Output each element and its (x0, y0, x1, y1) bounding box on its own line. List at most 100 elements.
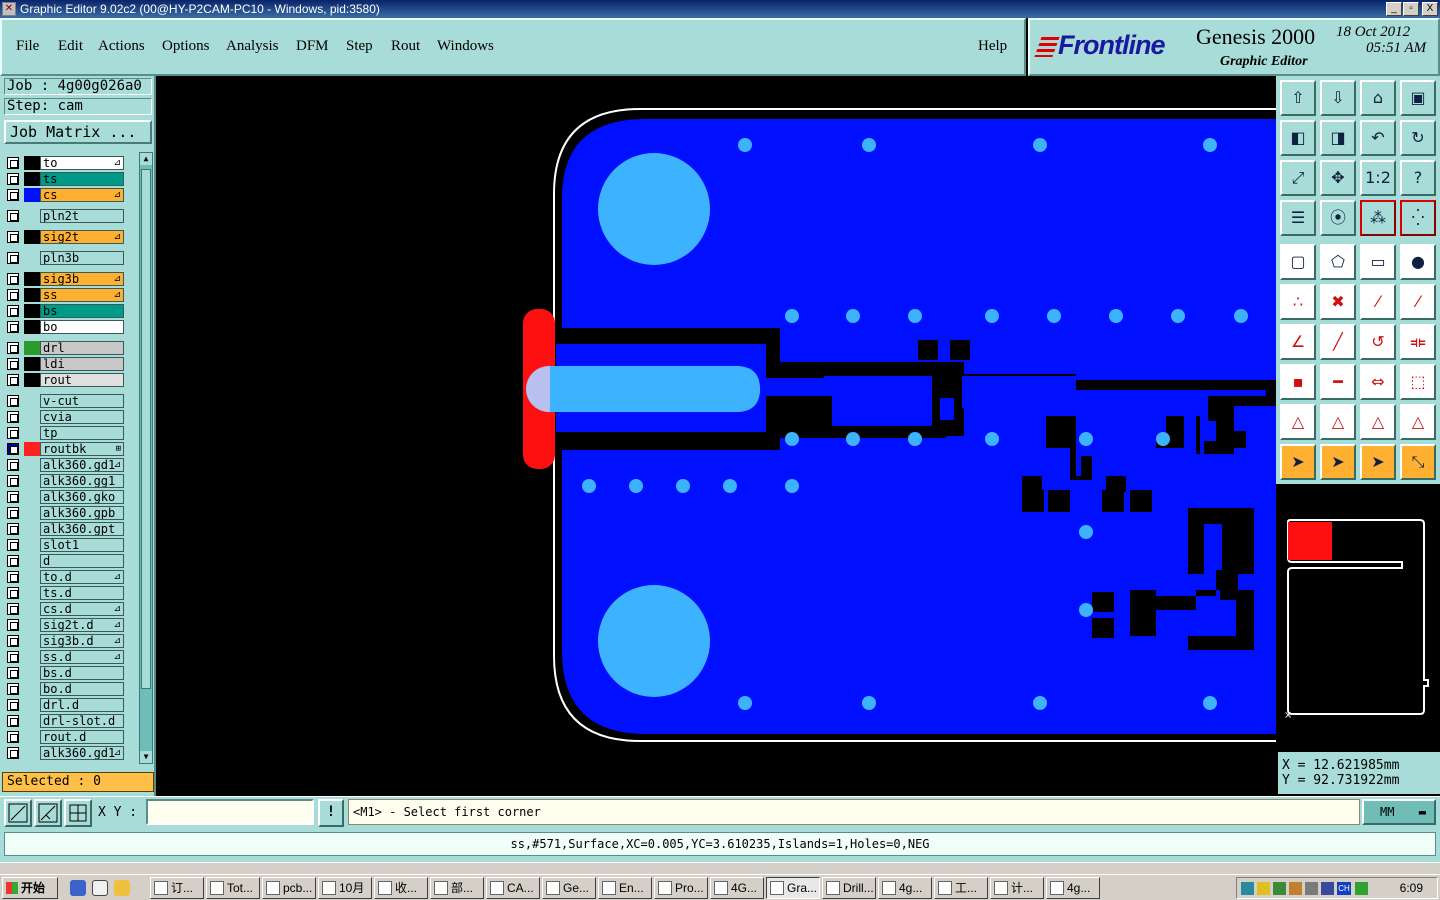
layer-row[interactable]: pln2t (4, 209, 138, 223)
menu-options[interactable]: Options (162, 38, 210, 55)
layer-name[interactable]: ts.d (40, 586, 124, 600)
layer-name[interactable]: bs (40, 304, 124, 318)
taskbar-item[interactable]: 订... (150, 877, 204, 899)
layer-checkbox[interactable] (7, 252, 19, 264)
layer-row[interactable]: bs (4, 304, 138, 318)
grid-button[interactable] (64, 799, 92, 827)
layer-checkbox[interactable] (7, 173, 19, 185)
menu-help[interactable]: Help (978, 38, 1007, 55)
scale-button[interactable]: 1:2 (1360, 160, 1396, 196)
layer-row[interactable]: bs.d (4, 666, 138, 680)
layer-color-swatch[interactable] (24, 538, 40, 552)
layer-color-swatch[interactable] (24, 746, 40, 760)
layer-color-swatch[interactable] (24, 272, 40, 286)
layer-row[interactable]: alk360.gpb (4, 506, 138, 520)
layer-checkbox[interactable] (7, 571, 19, 583)
layer-row[interactable]: v-cut (4, 394, 138, 408)
line-button[interactable]: ╱ (1320, 324, 1356, 360)
minus-button[interactable]: ━ (1320, 364, 1356, 400)
layer-color-swatch[interactable] (24, 458, 40, 472)
layer-row[interactable]: cs ⊿ (4, 188, 138, 202)
taskbar-item[interactable]: 4g... (1046, 877, 1100, 899)
layer-row[interactable]: alk360.gko (4, 490, 138, 504)
layer-row[interactable]: cs.d ⊿ (4, 602, 138, 616)
layer-checkbox[interactable] (7, 342, 19, 354)
layer-name[interactable]: rout (40, 373, 124, 387)
taskbar-item[interactable]: 部... (430, 877, 484, 899)
layer-checkbox[interactable] (7, 411, 19, 423)
layer-row[interactable]: alk360.gpt (4, 522, 138, 536)
layer-color-swatch[interactable] (24, 506, 40, 520)
graphic-canvas[interactable] (156, 76, 1276, 796)
open-job-button[interactable]: ⇧ (1280, 80, 1316, 116)
layer-color-swatch[interactable] (24, 373, 40, 387)
layer-name[interactable]: ts (40, 172, 124, 186)
layer-row[interactable]: drl-slot.d (4, 714, 138, 728)
home-button[interactable]: ⌂ (1360, 80, 1396, 116)
layer-checkbox[interactable] (7, 395, 19, 407)
desktop-icon[interactable] (92, 880, 108, 896)
layer-checkbox[interactable] (7, 539, 19, 551)
layer-color-swatch[interactable] (24, 426, 40, 440)
drill-button[interactable]: ⁛ (1400, 200, 1436, 236)
layer-color-swatch[interactable] (24, 522, 40, 536)
layer-checkbox[interactable] (7, 603, 19, 615)
layer-color-swatch[interactable] (24, 730, 40, 744)
layer-color-swatch[interactable] (24, 251, 40, 265)
layer-color-swatch[interactable] (24, 602, 40, 616)
layer-checkbox[interactable] (7, 699, 19, 711)
layer-checkbox[interactable] (7, 491, 19, 503)
layer-name[interactable]: to ⊿ (40, 156, 124, 170)
window-button[interactable]: ▣ (1400, 80, 1436, 116)
layer-color-swatch[interactable] (24, 230, 40, 244)
node-button[interactable]: ∴ (1280, 284, 1316, 320)
layer-checkbox[interactable] (7, 683, 19, 695)
route-button[interactable]: ⁂ (1360, 200, 1396, 236)
layer-color-swatch[interactable] (24, 554, 40, 568)
line-point-button[interactable]: ⁄ (1360, 284, 1396, 320)
layer-row[interactable]: bo.d (4, 682, 138, 696)
layer-checkbox[interactable] (7, 189, 19, 201)
menu-rout[interactable]: Rout (391, 38, 420, 55)
layer-name[interactable]: sig3b ⊿ (40, 272, 124, 286)
ie-icon[interactable] (70, 880, 86, 896)
group-button[interactable]: ⬚ (1400, 364, 1436, 400)
layer-name[interactable]: cvia (40, 410, 124, 424)
layer-row[interactable]: to ⊿ (4, 156, 138, 170)
layer-name[interactable]: alk360.gko (40, 490, 124, 504)
antivirus-icon[interactable] (1355, 882, 1368, 895)
rotate-button[interactable]: ↺ (1360, 324, 1396, 360)
layer-color-swatch[interactable] (24, 714, 40, 728)
layer-name[interactable]: rout.d (40, 730, 124, 744)
layer-checkbox[interactable] (7, 731, 19, 743)
layer-name[interactable]: alk360.gpt (40, 522, 124, 536)
dimension-button[interactable]: ⇔ (1360, 364, 1396, 400)
layer-name[interactable]: sig2t ⊿ (40, 230, 124, 244)
layer-name[interactable]: pln2t (40, 209, 124, 223)
units-selector[interactable]: MM ▬ (1362, 799, 1436, 825)
layer-name[interactable]: to.d ⊿ (40, 570, 124, 584)
layer-scrollbar[interactable]: ▲ ▼ (139, 152, 153, 764)
layer-name[interactable]: drl-slot.d (40, 714, 124, 728)
taskbar-item[interactable]: 10月 (318, 877, 372, 899)
triangle-b-button[interactable]: △ (1360, 404, 1396, 440)
taskbar-item[interactable]: Tot... (206, 877, 260, 899)
layer-color-swatch[interactable] (24, 394, 40, 408)
layer-color-swatch[interactable] (24, 341, 40, 355)
pcb-view[interactable] (156, 76, 1276, 796)
pen-icon[interactable] (1257, 882, 1270, 895)
menu-windows[interactable]: Windows (437, 38, 494, 55)
layer-checkbox[interactable] (7, 443, 19, 455)
settings-icon[interactable] (1305, 882, 1318, 895)
select-button[interactable]: ➤ (1280, 444, 1316, 480)
layer-row[interactable]: rout.d (4, 730, 138, 744)
shield-icon[interactable] (1273, 882, 1286, 895)
dot-button[interactable]: ● (1400, 244, 1436, 280)
layer-name[interactable]: routbk ⊞ (40, 442, 124, 456)
select-box-button[interactable]: ➤ (1320, 444, 1356, 480)
triangle-a-button[interactable]: △ (1320, 404, 1356, 440)
layer-color-swatch[interactable] (24, 618, 40, 632)
layer-checkbox[interactable] (7, 157, 19, 169)
layer-checkbox[interactable] (7, 273, 19, 285)
layer-name[interactable]: alk360.gpb (40, 506, 124, 520)
